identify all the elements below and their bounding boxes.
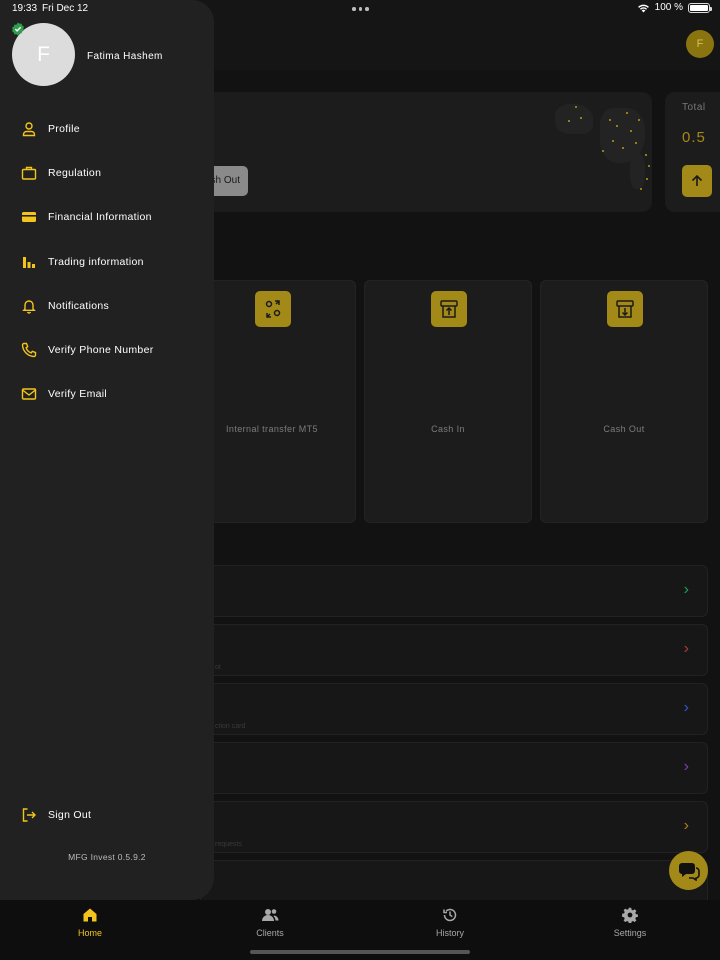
menu-item-profile[interactable]: Profile	[20, 117, 210, 141]
list-row-subtitle: ction card	[215, 723, 246, 730]
status-bar: 19:33 Fri Dec 12 100 %	[0, 0, 720, 18]
chevron-right-icon: ›	[683, 699, 689, 716]
chevron-right-icon: ›	[683, 817, 689, 834]
person-icon	[20, 121, 37, 138]
transfer-icon	[255, 291, 291, 327]
arrow-up-button[interactable]	[682, 165, 712, 197]
arrow-up-icon	[691, 174, 703, 186]
phone-icon	[20, 342, 37, 359]
bar-chart-icon	[20, 254, 37, 271]
list-row-subtitle: ot	[215, 664, 221, 671]
tab-home[interactable]: Home	[45, 907, 135, 938]
action-label: Cash In	[431, 424, 465, 434]
status-date: Fri Dec 12	[42, 3, 89, 14]
briefcase-icon	[20, 165, 37, 182]
tab-label: Home	[77, 928, 102, 938]
status-time: 19:33	[12, 3, 38, 14]
action-card-cash-out[interactable]: Cash Out	[540, 280, 708, 523]
user-name: Fatima Hashem	[87, 51, 163, 62]
chevron-right-icon: ›	[683, 640, 689, 657]
menu-item-verify-phone[interactable]: Verify Phone Number	[20, 338, 210, 362]
action-card-cash-in[interactable]: Cash In	[364, 280, 532, 523]
wifi-icon	[637, 4, 649, 12]
mail-icon	[20, 386, 37, 403]
action-label: Cash Out	[603, 424, 645, 434]
list-row[interactable]: ction card ›	[200, 683, 708, 735]
tab-settings[interactable]: Settings	[585, 907, 675, 938]
sign-out-label: Sign Out	[48, 809, 92, 821]
sign-out-button[interactable]: Sign Out	[20, 803, 210, 827]
menu-label: Verify Phone Number	[48, 344, 154, 356]
menu-item-verify-email[interactable]: Verify Email	[20, 382, 210, 406]
chat-button[interactable]	[669, 851, 708, 890]
cash-in-icon	[431, 291, 467, 327]
menu-item-notifications[interactable]: Notifications	[20, 294, 210, 318]
total-label: Total	[682, 102, 706, 113]
chevron-right-icon: ›	[683, 581, 689, 598]
multitasking-dots[interactable]	[352, 7, 369, 11]
tab-history[interactable]: History	[405, 907, 495, 938]
bottom-tab-bar: Home Clients History Settings	[0, 900, 720, 960]
home-indicator	[250, 950, 470, 954]
bell-icon	[20, 298, 37, 315]
chat-icon	[678, 862, 700, 881]
gear-icon	[585, 907, 675, 923]
menu-item-trading-information[interactable]: Trading information	[20, 250, 210, 274]
list-row[interactable]: requests ›	[200, 801, 708, 853]
battery-percent: 100 %	[654, 2, 683, 13]
status-right: 100 %	[637, 2, 712, 13]
home-icon	[45, 907, 135, 923]
tab-label: History	[435, 928, 464, 938]
history-icon	[405, 907, 495, 923]
header-avatar[interactable]: F	[686, 30, 714, 58]
world-map	[545, 94, 655, 194]
menu-label: Notifications	[48, 300, 110, 312]
menu-label: Trading information	[48, 256, 144, 268]
list-row[interactable]: ›	[200, 565, 708, 617]
menu-item-financial-information[interactable]: Financial Information	[20, 205, 210, 229]
battery-icon	[688, 2, 712, 13]
menu-label: Profile	[48, 123, 80, 135]
menu-label: Verify Email	[48, 388, 108, 400]
menu-item-regulation[interactable]: Regulation	[20, 161, 210, 185]
list-row[interactable]: ot ›	[200, 624, 708, 676]
tab-clients[interactable]: Clients	[225, 907, 315, 938]
total-value: 0.5	[682, 129, 706, 146]
app-version: MFG Invest 0.5.9.2	[68, 852, 146, 862]
navigation-drawer: F Fatima Hashem Profile Regulation Finan…	[0, 0, 214, 900]
list-row[interactable]: ›	[200, 742, 708, 794]
card-icon	[20, 209, 37, 226]
list-row-subtitle: requests	[215, 841, 242, 848]
chevron-right-icon: ›	[683, 758, 689, 775]
sign-out-icon	[20, 807, 37, 824]
cash-out-icon	[607, 291, 643, 327]
menu-label: Financial Information	[48, 211, 152, 223]
verified-badge-icon	[12, 22, 24, 36]
tab-label: Clients	[256, 928, 284, 938]
tab-label: Settings	[613, 928, 647, 938]
clients-icon	[225, 907, 315, 923]
menu-label: Regulation	[48, 167, 102, 179]
